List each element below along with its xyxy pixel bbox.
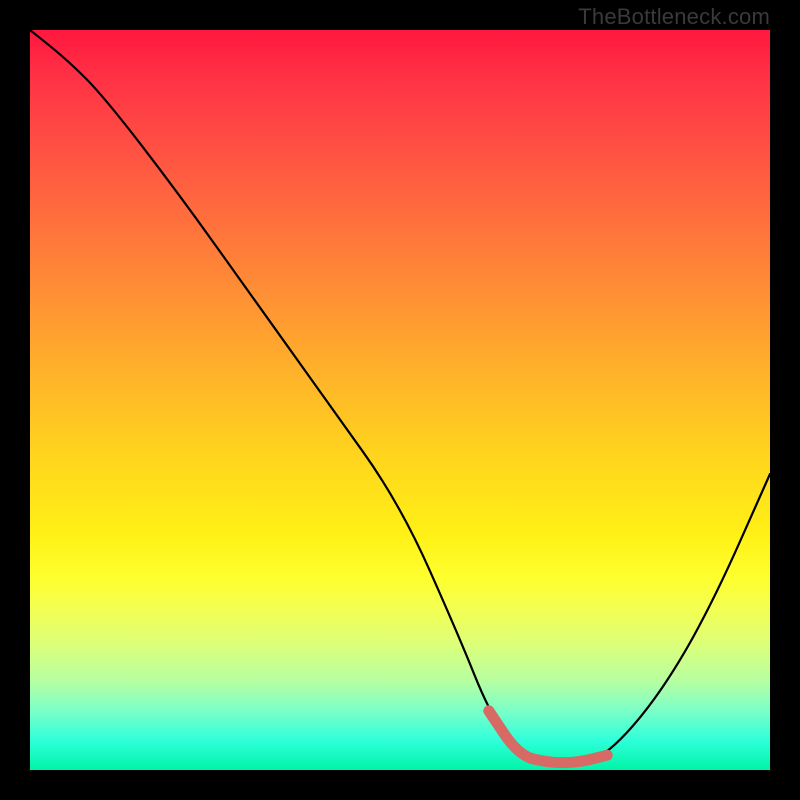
chart-frame: TheBottleneck.com [0, 0, 800, 800]
highlight-segment [489, 711, 607, 763]
curve-svg [30, 30, 770, 770]
plot-area [30, 30, 770, 770]
watermark-text: TheBottleneck.com [578, 4, 770, 30]
bottleneck-line [30, 30, 770, 763]
